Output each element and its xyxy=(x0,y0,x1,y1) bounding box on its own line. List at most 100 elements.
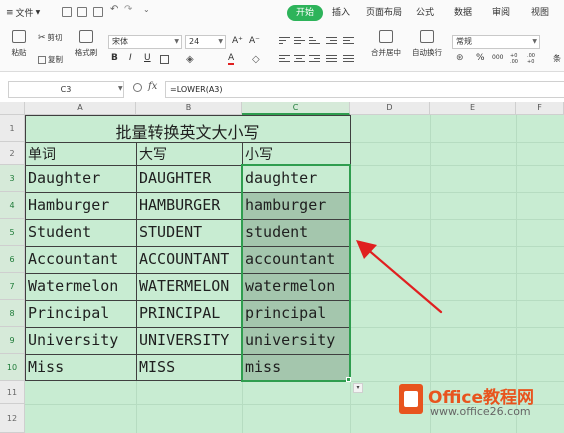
font-shrink-button[interactable]: A⁻ xyxy=(249,36,260,46)
cell-b6[interactable]: ACCOUNTANT xyxy=(137,250,242,268)
fill-color-icon[interactable]: ◈ xyxy=(186,54,194,65)
cut-button[interactable]: ✂ 剪切 xyxy=(38,32,63,43)
clear-format-icon[interactable]: ◇ xyxy=(252,54,260,65)
cell-a4[interactable]: Hamburger xyxy=(26,196,136,214)
cell-a3[interactable]: Daughter xyxy=(26,169,136,187)
number-format-select[interactable]: 常规 ▼ xyxy=(452,35,540,49)
undo-icon[interactable]: ↶ xyxy=(110,4,118,15)
tab-data[interactable]: 数据 xyxy=(454,5,472,21)
cell-c4[interactable]: hamburger xyxy=(243,196,350,214)
cell-c3[interactable]: daughter xyxy=(243,169,350,187)
distribute-icon[interactable] xyxy=(343,55,354,64)
tab-insert[interactable]: 插入 xyxy=(332,5,350,21)
cell-c7[interactable]: watermelon xyxy=(243,277,350,295)
quick-access-more-icon[interactable]: ⌄ xyxy=(143,5,150,14)
cell-c10[interactable]: miss xyxy=(243,358,350,376)
zoom-icon[interactable] xyxy=(133,83,142,92)
fill-handle[interactable] xyxy=(346,377,351,382)
cell-b4[interactable]: HAMBURGER xyxy=(137,196,242,214)
italic-button[interactable]: I xyxy=(129,53,132,63)
currency-icon[interactable]: ⊛ xyxy=(456,53,464,63)
row-header-1[interactable]: 1 xyxy=(0,115,25,142)
cell-a10[interactable]: Miss xyxy=(26,358,136,376)
cell-c5[interactable]: student xyxy=(243,223,350,241)
align-bottom-icon[interactable] xyxy=(309,37,320,46)
bold-button[interactable]: B xyxy=(111,53,118,63)
indent-icon[interactable] xyxy=(326,37,337,46)
copy-button[interactable]: 复制 xyxy=(38,54,63,65)
thousands-button[interactable]: 000 xyxy=(492,54,503,61)
cell-a8[interactable]: Principal xyxy=(26,304,136,322)
cell-c6[interactable]: accountant xyxy=(243,250,350,268)
print-preview-icon[interactable] xyxy=(93,7,103,17)
wrap-text-icon xyxy=(420,30,434,43)
underline-button[interactable]: U xyxy=(144,53,151,63)
merge-center-button[interactable]: 合并居中 xyxy=(365,30,407,58)
tab-page-layout[interactable]: 页面布局 xyxy=(366,5,402,21)
row-header-9[interactable]: 9 xyxy=(0,327,25,354)
tab-review[interactable]: 审阅 xyxy=(492,5,510,21)
cell-b3[interactable]: DAUGHTER xyxy=(137,169,242,187)
insert-function-button[interactable]: fx xyxy=(148,81,157,92)
cell-a7[interactable]: Watermelon xyxy=(26,277,136,295)
cell-b5[interactable]: STUDENT xyxy=(137,223,242,241)
save-icon[interactable] xyxy=(62,7,72,17)
row-header-2[interactable]: 2 xyxy=(0,142,25,165)
column-header-e[interactable]: E xyxy=(430,102,516,115)
row-header-4[interactable]: 4 xyxy=(0,192,25,219)
align-center-icon[interactable] xyxy=(294,55,305,64)
conditional-format-button[interactable]: 条 xyxy=(553,53,561,64)
wrap-text-button[interactable]: 自动换行 xyxy=(409,30,445,58)
cell-b7[interactable]: WATERMELON xyxy=(137,277,242,295)
font-grow-button[interactable]: A⁺ xyxy=(232,36,243,46)
increase-decimal-button[interactable]: +0 .00 xyxy=(510,53,522,65)
percent-button[interactable]: % xyxy=(476,53,485,63)
cell-c9[interactable]: university xyxy=(243,331,350,349)
format-painter-button[interactable]: 格式刷 xyxy=(69,30,103,58)
name-box[interactable]: C3 xyxy=(8,81,124,98)
row-header-10[interactable]: 10 xyxy=(0,354,25,381)
tab-view[interactable]: 视图 xyxy=(531,5,549,21)
paste-button[interactable]: 粘贴 xyxy=(2,30,36,58)
cell-b10[interactable]: MISS xyxy=(137,358,242,376)
tab-home[interactable]: 开始 xyxy=(287,5,324,21)
row-header-12[interactable]: 12 xyxy=(0,404,25,433)
font-size-select[interactable]: 24 ▼ xyxy=(185,35,226,49)
file-menu[interactable]: ≡ 文件 ▼ xyxy=(6,6,40,20)
redo-icon[interactable]: ↷ xyxy=(124,4,132,15)
column-header-b[interactable]: B xyxy=(136,102,242,115)
row-header-5[interactable]: 5 xyxy=(0,219,25,246)
row-header-11[interactable]: 11 xyxy=(0,381,25,404)
chevron-down-icon[interactable]: ▼ xyxy=(118,85,123,92)
justify-icon[interactable] xyxy=(326,55,337,64)
align-right-icon[interactable] xyxy=(309,55,320,64)
row-header-3[interactable]: 3 xyxy=(0,165,25,192)
column-header-d[interactable]: D xyxy=(350,102,430,115)
select-all-corner[interactable] xyxy=(0,102,25,115)
font-name-select[interactable]: 宋体 ▼ xyxy=(108,35,182,49)
autofill-options-button[interactable]: ▾ xyxy=(353,383,363,393)
cell-a6[interactable]: Accountant xyxy=(26,250,136,268)
align-left-icon[interactable] xyxy=(279,55,290,64)
column-header-a[interactable]: A xyxy=(25,102,136,115)
row-header-6[interactable]: 6 xyxy=(0,246,25,273)
align-middle-icon[interactable] xyxy=(294,37,305,46)
formula-input[interactable]: =LOWER(A3) xyxy=(165,81,564,98)
column-header-c[interactable]: C xyxy=(242,102,350,115)
row-header-7[interactable]: 7 xyxy=(0,273,25,300)
align-top-icon[interactable] xyxy=(279,37,290,46)
row-header-8[interactable]: 8 xyxy=(0,300,25,327)
font-color-button[interactable]: A xyxy=(228,53,235,65)
tab-formulas[interactable]: 公式 xyxy=(416,5,434,21)
cell-b8[interactable]: PRINCIPAL xyxy=(137,304,242,322)
outdent-icon[interactable] xyxy=(343,37,354,46)
borders-icon[interactable] xyxy=(160,55,169,64)
cell-c8[interactable]: principal xyxy=(243,304,350,322)
column-header-f[interactable]: F xyxy=(516,102,564,115)
cell-a5[interactable]: Student xyxy=(26,223,136,241)
cell-b9[interactable]: UNIVERSITY xyxy=(137,331,242,349)
decrease-decimal-button[interactable]: .00 +0 xyxy=(527,53,539,65)
print-icon[interactable] xyxy=(77,7,87,17)
gridline xyxy=(350,381,564,382)
cell-a9[interactable]: University xyxy=(26,331,136,349)
